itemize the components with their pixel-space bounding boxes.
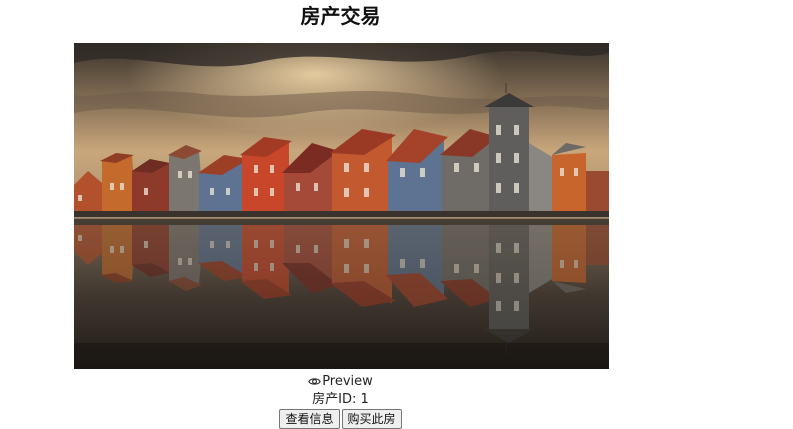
buy-house-button[interactable]: 购买此房 xyxy=(341,409,402,429)
preview-link[interactable]: Preview xyxy=(0,373,681,393)
property-photo xyxy=(74,43,609,369)
listing-actions: 查看信息 购买此房 xyxy=(0,409,681,429)
preview-label: Preview xyxy=(322,374,373,389)
view-info-button[interactable]: 查看信息 xyxy=(279,409,340,429)
property-id: 房产ID: 1 xyxy=(312,392,369,407)
page-title: 房产交易 xyxy=(300,4,381,28)
